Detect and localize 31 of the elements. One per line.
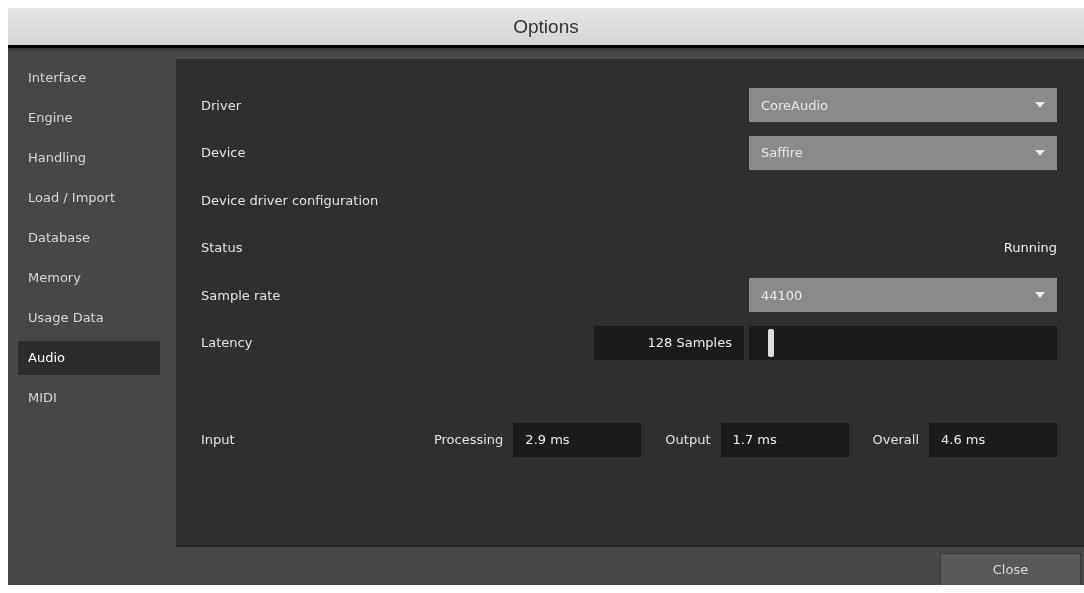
sidebar-item[interactable]: Audio <box>18 341 160 376</box>
close-button[interactable]: Close <box>940 553 1081 585</box>
window-title: Options <box>513 15 579 38</box>
setting-label: Status <box>201 240 243 256</box>
sidebar-item[interactable]: Memory <box>18 261 160 296</box>
setting-label: Device <box>201 145 246 161</box>
sidebar-item[interactable]: Usage Data <box>18 301 160 336</box>
setting-label: Device driver configuration <box>201 192 379 208</box>
caret-icon <box>1035 149 1045 156</box>
sidebar-item[interactable]: Load / Import <box>18 181 160 216</box>
caret-icon <box>1035 292 1045 299</box>
sidebar-item[interactable]: Handling <box>18 141 160 176</box>
setting-label: Sample rate <box>201 287 281 303</box>
sidebar-item[interactable]: Database <box>18 221 160 256</box>
setting-label: Latency <box>201 335 253 351</box>
field-label: Processing <box>433 432 504 448</box>
sidebar-item[interactable]: MIDI <box>18 381 160 416</box>
caret-icon <box>1035 102 1045 109</box>
sidebar-item[interactable]: Interface <box>18 61 160 96</box>
slider-track[interactable] <box>749 325 1057 360</box>
sidebar-item[interactable]: Engine <box>18 101 160 136</box>
field-label: Output <box>665 432 711 448</box>
field-label: Overall <box>872 432 919 448</box>
value-display: 1.7 ms <box>720 422 849 457</box>
value-display: 4.6 ms <box>929 422 1057 457</box>
value-display: 2.9 ms <box>513 422 642 457</box>
setting-label: Input <box>201 432 235 448</box>
slider-thumb[interactable] <box>768 328 775 357</box>
value-display: 128 Samples <box>594 325 744 360</box>
status-value: Running <box>1003 240 1057 256</box>
setting-label: Driver <box>201 97 241 113</box>
